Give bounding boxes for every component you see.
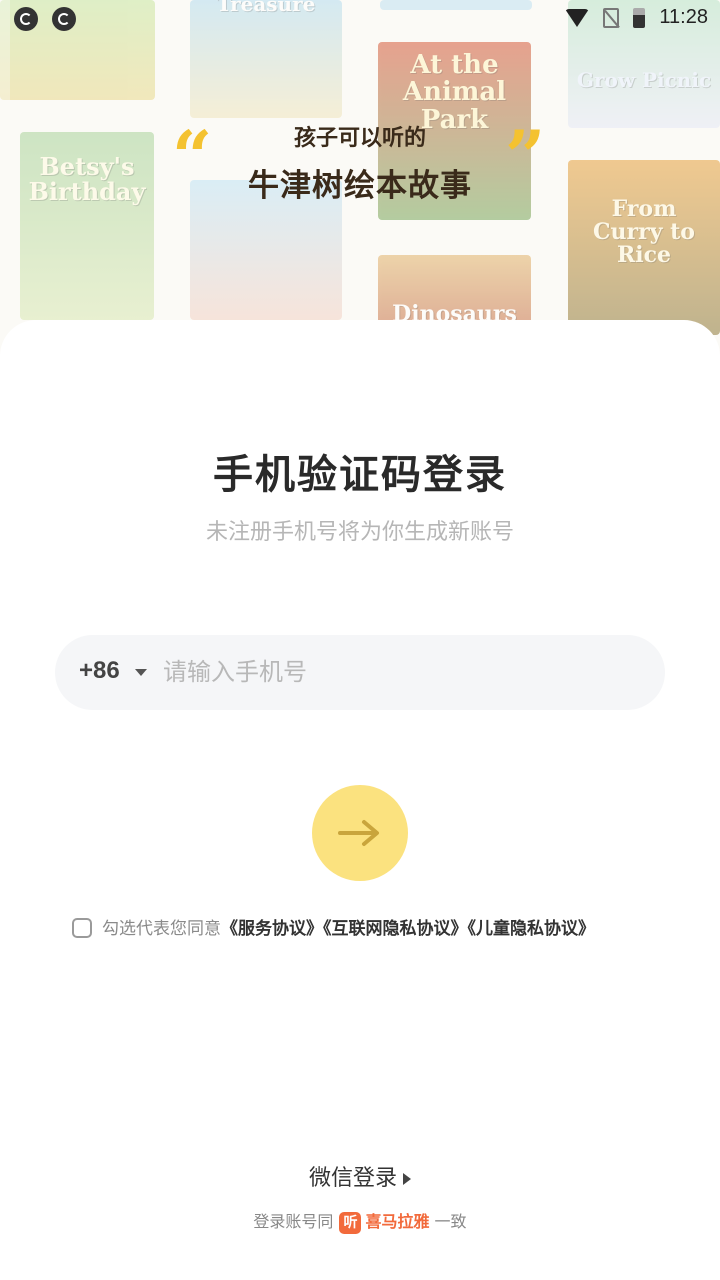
agreement-checkbox[interactable] <box>72 918 92 938</box>
app-notification-icon <box>14 7 38 31</box>
phone-input[interactable] <box>163 649 633 695</box>
privacy-agreement-link[interactable]: 《互联网隐私协议》 <box>323 919 468 939</box>
status-indicators: 11:28 <box>565 6 708 29</box>
wifi-icon <box>565 8 590 27</box>
next-button[interactable] <box>312 785 408 881</box>
country-code-selector[interactable]: +86 <box>79 657 120 685</box>
sync-prefix: 登录账号同 <box>253 1212 334 1231</box>
hero-title: 牛津树绘本故事 <box>248 168 472 204</box>
chevron-down-icon[interactable] <box>135 669 147 676</box>
login-subtitle: 未注册手机号将为你生成新账号 <box>205 520 514 545</box>
agreement-row: 勾选代表您同意《服务协议》《互联网隐私协议》《儿童隐私协议》 <box>72 916 672 942</box>
no-sim-icon <box>603 7 620 28</box>
wechat-login-button[interactable]: 微信登录 <box>0 1160 720 1192</box>
account-sync-note: 登录账号同听喜马拉雅 一致 <box>0 1210 720 1234</box>
login-title: 手机验证码登录 <box>213 452 507 498</box>
child-privacy-agreement-link[interactable]: 《儿童隐私协议》 <box>468 919 596 939</box>
service-agreement-link[interactable]: 《服务协议》 <box>221 919 323 939</box>
phone-input-row: +86 <box>55 635 665 710</box>
ximalaya-brand-name: 喜马拉雅 <box>365 1212 430 1231</box>
ximalaya-logo-icon: 听 <box>339 1211 362 1234</box>
chevron-right-icon <box>403 1173 411 1185</box>
status-notifications <box>14 7 76 31</box>
sync-suffix: 一致 <box>434 1212 467 1231</box>
agreement-prefix: 勾选代表您同意 <box>102 919 221 939</box>
arrow-right-icon <box>338 820 379 846</box>
status-time: 11:28 <box>659 6 708 28</box>
wechat-login-label: 微信登录 <box>308 1166 397 1191</box>
status-bar: 11:28 <box>0 0 720 36</box>
app-notification-icon <box>52 7 76 31</box>
book-cover-collage: Treasure Grow Picnic At the Animal Park … <box>0 0 720 360</box>
hero-subtitle: 孩子可以听的 <box>293 126 426 151</box>
battery-icon <box>633 7 646 28</box>
